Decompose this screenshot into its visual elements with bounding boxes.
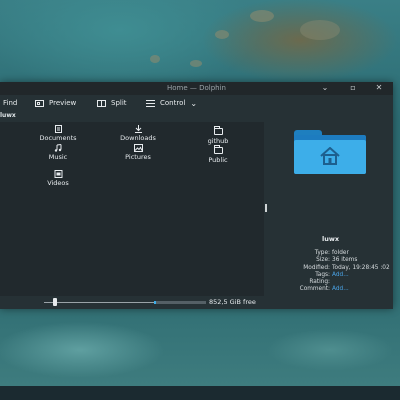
property-row: Modified: Today, 19:28:45 :02 (268, 265, 393, 272)
property-row: Size: 36 items (268, 257, 393, 264)
file-item-music[interactable]: Music (26, 144, 90, 161)
file-view[interactable]: Documents Downloads github Music Picture… (0, 122, 264, 296)
property-row: Tags: Add... (268, 272, 393, 279)
split-icon (97, 99, 106, 107)
property-key: Comment: (299, 286, 330, 293)
property-row: Comment: Add... (268, 286, 393, 293)
file-item-documents[interactable]: Documents (26, 125, 90, 142)
pictures-folder-icon (133, 144, 143, 152)
file-item-github[interactable]: github (186, 125, 250, 145)
hamburger-menu-icon (146, 99, 155, 107)
window-title: Home — Dolphin (166, 84, 226, 92)
title-bar[interactable]: Home — Dolphin ⌄ ▫ ✕ (0, 82, 393, 95)
free-space-bar (154, 301, 206, 304)
wallpaper-rock (190, 60, 202, 67)
wallpaper-rock (215, 30, 229, 39)
toolbar: Find Preview Split Control ⌄ (0, 95, 393, 111)
properties-list: Type: folder Size: 36 items Modified: To… (268, 250, 393, 294)
add-tags-link[interactable]: Add... (332, 272, 349, 279)
music-folder-icon (54, 144, 63, 152)
file-item-label: Public (208, 156, 228, 164)
zoom-slider-handle[interactable] (53, 298, 57, 306)
split-label: Split (111, 99, 127, 107)
document-folder-icon (54, 125, 63, 133)
preview-button[interactable]: Preview (35, 98, 76, 108)
free-space-label: 852,5 GiB free (209, 298, 256, 306)
taskbar (0, 386, 400, 400)
panel-splitter-handle[interactable] (265, 204, 267, 212)
split-button[interactable]: Split (97, 98, 127, 108)
file-item-label: Music (48, 153, 68, 161)
close-button[interactable]: ✕ (374, 83, 384, 93)
dolphin-window: Home — Dolphin ⌄ ▫ ✕ Find Preview Split … (0, 82, 393, 309)
property-row: Rating: (268, 279, 393, 286)
video-folder-icon (54, 170, 63, 178)
file-item-videos[interactable]: Videos (26, 170, 90, 187)
file-item-label: Pictures (125, 153, 151, 161)
folder-icon (213, 126, 223, 135)
property-value: 36 items (332, 257, 358, 264)
selected-item-name: luwx (321, 235, 340, 243)
file-item-public[interactable]: Public (186, 144, 250, 164)
minimize-button[interactable]: ⌄ (320, 83, 330, 93)
download-folder-icon (134, 125, 143, 133)
status-bar: 852,5 GiB free (0, 296, 264, 309)
home-folder-icon (294, 130, 366, 174)
maximize-button[interactable]: ▫ (348, 83, 358, 93)
file-item-label: Videos (47, 179, 69, 187)
property-key: Modified: (303, 264, 330, 271)
property-value: folder (332, 250, 349, 256)
public-folder-icon (213, 145, 223, 154)
property-value: Today, 19:28:45 :02 (332, 264, 390, 271)
property-row: Type: folder (268, 250, 393, 257)
property-key: Size: (316, 257, 330, 264)
preview-icon (35, 99, 44, 107)
add-comment-link[interactable]: Add... (332, 286, 349, 293)
zoom-slider-track[interactable] (44, 302, 154, 303)
wallpaper-rock (250, 10, 274, 22)
file-item-downloads[interactable]: Downloads (106, 125, 170, 142)
control-menu-button[interactable]: Control ⌄ (146, 98, 197, 108)
free-space-bar-fill (154, 301, 157, 304)
property-key: Rating: (309, 279, 330, 286)
breadcrumb-current[interactable]: luwx (0, 112, 16, 119)
file-item-label: Downloads (120, 134, 156, 142)
property-key: Tags: (315, 271, 330, 278)
control-label: Control (160, 99, 186, 107)
wallpaper-rock (300, 20, 340, 40)
file-item-label: Documents (39, 134, 77, 142)
chevron-down-icon: ⌄ (190, 98, 198, 108)
information-panel: luwx Type: folder Size: 36 items Modifie… (268, 122, 393, 296)
property-key: Type: (314, 250, 330, 256)
find-label: Find (3, 99, 18, 107)
location-bar[interactable]: luwx (0, 111, 265, 122)
find-button[interactable]: Find (3, 98, 17, 108)
file-item-pictures[interactable]: Pictures (106, 144, 170, 161)
preview-label: Preview (49, 99, 77, 107)
wallpaper-rock (150, 55, 160, 63)
